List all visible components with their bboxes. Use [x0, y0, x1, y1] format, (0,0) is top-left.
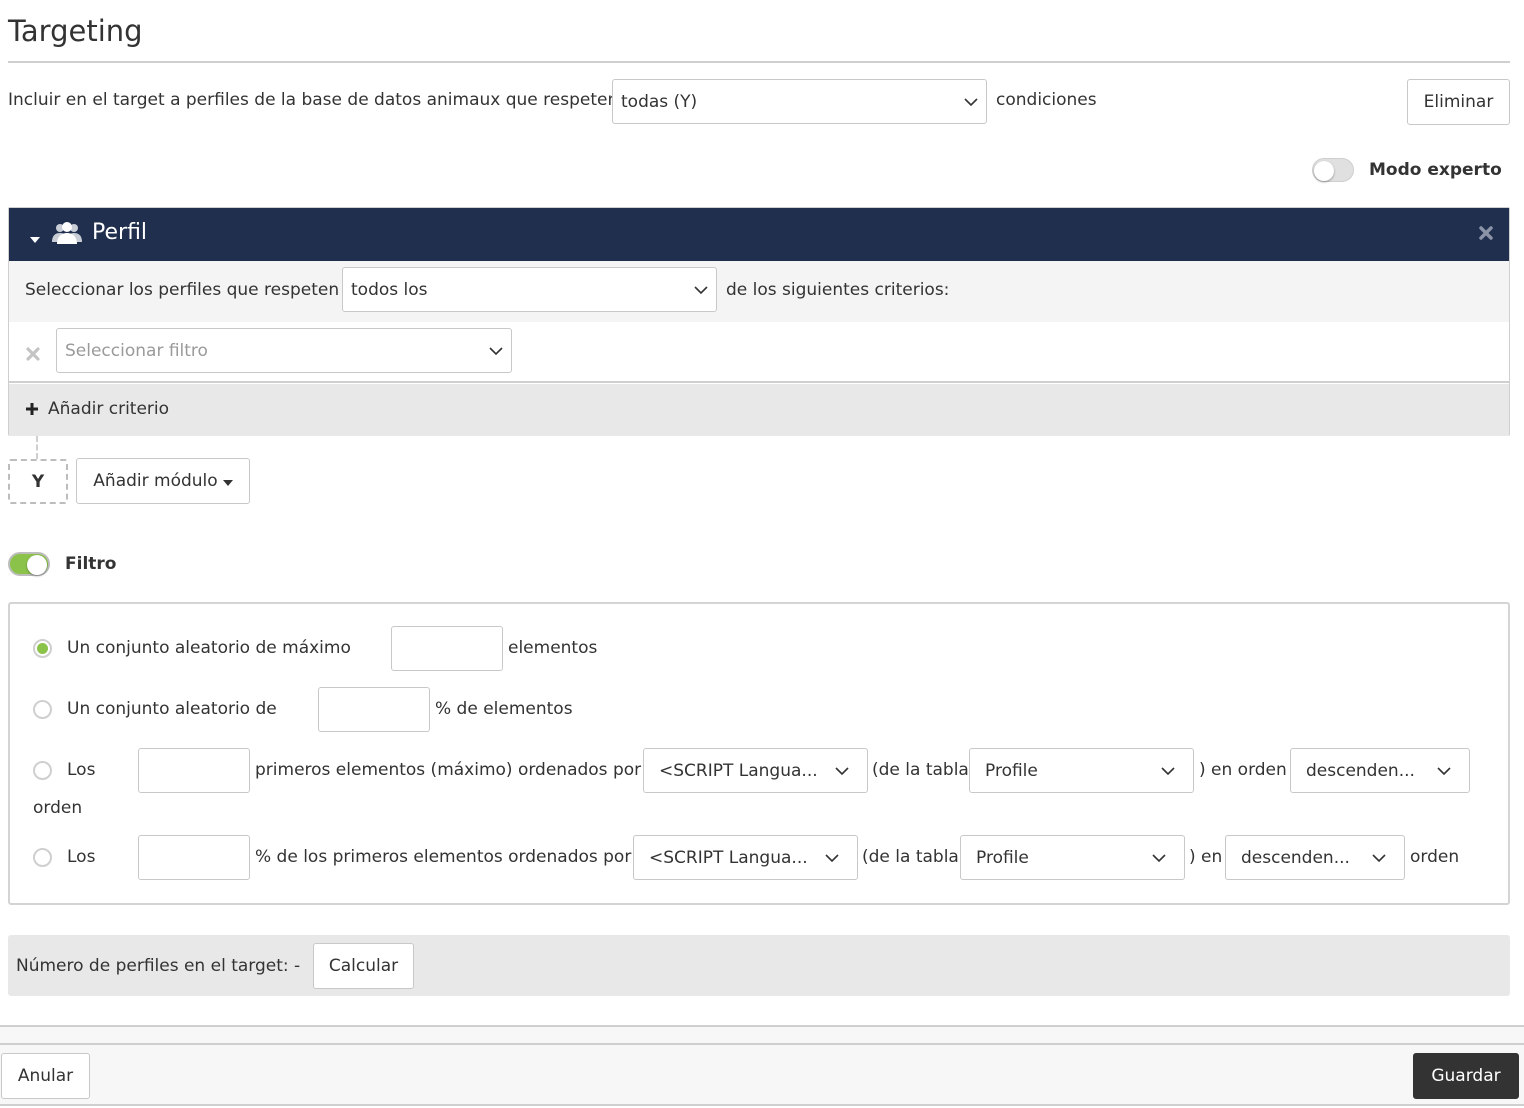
random-max-input[interactable] — [391, 626, 503, 671]
criteria-select[interactable]: todos los — [342, 267, 717, 312]
option-3-label: Los — [67, 760, 96, 780]
chevron-down-icon — [964, 95, 978, 109]
radio-random-percent[interactable] — [33, 700, 52, 719]
option-3-middle: primeros elementos (máximo) ordenados po… — [255, 760, 642, 780]
users-icon — [51, 221, 83, 250]
criteria-prefix-label: Seleccionar los perfiles que respeten — [25, 280, 340, 300]
option-1-label: Un conjunto aleatorio de máximo — [67, 638, 351, 658]
footer-strip — [0, 1027, 1524, 1043]
chevron-down-icon — [489, 344, 503, 358]
chevron-down-icon — [694, 283, 708, 297]
top-percent-table-select[interactable]: Profile — [960, 835, 1185, 880]
radio-random-max[interactable] — [33, 639, 52, 658]
top-count-field-select[interactable]: <SCRIPT Langua... — [643, 748, 868, 793]
filter-toggle[interactable] — [8, 552, 50, 576]
option-3-order-label: ) en orden — [1199, 760, 1287, 780]
filter-row: Seleccionar filtro — [9, 322, 1509, 383]
caret-down-icon[interactable] — [29, 229, 41, 249]
add-module-button[interactable]: Añadir módulo — [76, 458, 250, 504]
order-select-value: descenden... — [1306, 760, 1415, 781]
footer-bar: Anular Guardar — [0, 1045, 1524, 1106]
random-percent-input[interactable] — [318, 687, 430, 732]
module-connector — [36, 436, 38, 459]
save-button[interactable]: Guardar — [1413, 1053, 1519, 1099]
field-select-value: <SCRIPT Langua... — [649, 847, 808, 868]
top-count-input[interactable] — [138, 748, 250, 793]
cancel-button[interactable]: Anular — [1, 1053, 90, 1099]
option-4-trailing: orden — [1410, 847, 1460, 867]
option-4-label: Los — [67, 847, 96, 867]
chevron-down-icon — [835, 764, 849, 778]
filter-select-placeholder: Seleccionar filtro — [65, 340, 208, 361]
order-select-value: descenden... — [1241, 847, 1350, 868]
table-select-value: Profile — [976, 847, 1029, 868]
radio-top-count[interactable] — [33, 761, 52, 780]
option-3-trailing: orden — [33, 798, 83, 818]
chevron-down-icon — [1161, 764, 1175, 778]
include-suffix-label: condiciones — [996, 90, 1097, 110]
calculate-button[interactable]: Calcular — [313, 943, 414, 989]
module-title: Perfil — [92, 220, 148, 245]
operator-box[interactable]: Y — [8, 459, 68, 504]
chevron-down-icon — [1437, 764, 1451, 778]
filter-options-box: Un conjunto aleatorio de máximo elemento… — [8, 602, 1510, 905]
caret-down-icon — [222, 471, 233, 491]
radio-top-percent[interactable] — [33, 848, 52, 867]
filter-select[interactable]: Seleccionar filtro — [56, 328, 512, 373]
option-2-suffix: % de elementos — [435, 699, 573, 719]
plus-icon — [25, 401, 39, 421]
toggle-knob — [27, 555, 47, 575]
expert-mode-label: Modo experto — [1369, 160, 1502, 180]
criteria-mode-row: Seleccionar los perfiles que respeten to… — [9, 261, 1509, 322]
criteria-select-value: todos los — [351, 279, 428, 300]
condition-select-value: todas (Y) — [621, 91, 698, 112]
profile-module: Perfil Seleccionar los perfiles que resp… — [8, 207, 1510, 436]
top-percent-field-select[interactable]: <SCRIPT Langua... — [633, 835, 858, 880]
close-icon[interactable] — [1478, 225, 1494, 246]
criteria-suffix-label: de los siguientes criterios: — [726, 280, 950, 300]
chevron-down-icon — [825, 851, 839, 865]
chevron-down-icon — [1152, 851, 1166, 865]
toggle-knob — [1314, 161, 1334, 181]
title-divider — [8, 61, 1510, 63]
filter-label: Filtro — [65, 554, 117, 574]
option-2-label: Un conjunto aleatorio de — [67, 699, 277, 719]
remove-filter-icon[interactable] — [26, 346, 40, 366]
condition-select[interactable]: todas (Y) — [612, 79, 987, 124]
option-4-middle: % de los primeros elementos ordenados po… — [255, 847, 632, 867]
top-percent-input[interactable] — [138, 835, 250, 880]
profile-count-label: Número de perfiles en el target: - — [16, 956, 301, 976]
option-4-table-label: (de la tabla — [862, 847, 959, 867]
option-3-table-label: (de la tabla — [872, 760, 969, 780]
module-header[interactable]: Perfil — [9, 208, 1509, 261]
top-count-table-select[interactable]: Profile — [969, 748, 1194, 793]
top-percent-order-select[interactable]: descenden... — [1225, 835, 1405, 880]
expert-mode-toggle[interactable] — [1312, 158, 1354, 182]
top-count-order-select[interactable]: descenden... — [1290, 748, 1470, 793]
field-select-value: <SCRIPT Langua... — [659, 760, 818, 781]
add-criterion-label: Añadir criterio — [48, 399, 170, 419]
table-select-value: Profile — [985, 760, 1038, 781]
include-prefix-label: Incluir en el target a perfiles de la ba… — [8, 90, 619, 110]
add-criterion-button[interactable]: Añadir criterio — [9, 384, 1509, 436]
profile-count-bar: Número de perfiles en el target: - Calcu… — [8, 935, 1510, 996]
option-1-suffix: elementos — [508, 638, 598, 658]
add-module-label: Añadir módulo — [93, 471, 218, 491]
chevron-down-icon — [1372, 851, 1386, 865]
option-4-order-label: ) en — [1189, 847, 1223, 867]
page-title: Targeting — [8, 14, 143, 48]
delete-button[interactable]: Eliminar — [1407, 79, 1510, 125]
